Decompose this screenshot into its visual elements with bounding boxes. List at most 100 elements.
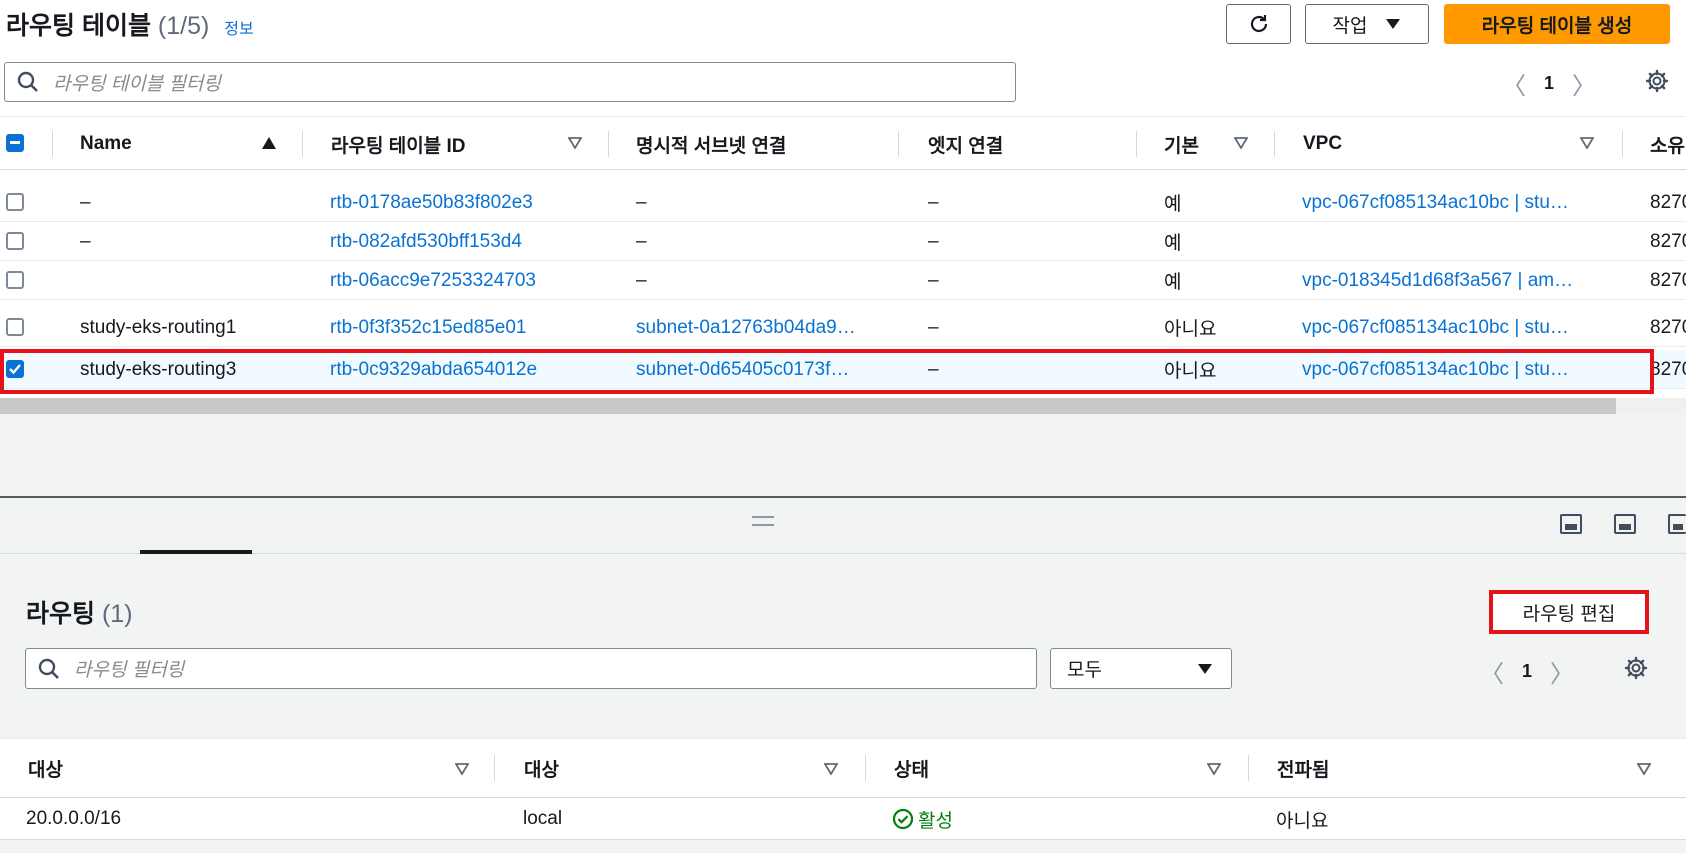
route-row[interactable]: 20.0.0.0/16 local 활성 아니요 [0, 798, 1686, 840]
create-route-table-button[interactable]: 라우팅 테이블 생성 [1444, 4, 1670, 44]
col-destination[interactable]: 대상 [28, 739, 63, 797]
check-circle-icon [892, 808, 914, 830]
row-checkbox[interactable] [6, 232, 24, 250]
edit-routes-button[interactable]: 라우팅 편집 [1489, 590, 1649, 634]
routes-title: 라우팅 (1) [26, 594, 133, 630]
selected-row-highlight [0, 349, 1654, 394]
routes-search-input[interactable]: 라우팅 필터링 [25, 648, 1037, 689]
row-checkbox[interactable] [6, 271, 24, 289]
row-vpc-link[interactable]: vpc-018345d1d68f3a567 | am… [1302, 261, 1602, 300]
settings-gear-icon[interactable] [1645, 69, 1669, 93]
row-checkbox[interactable] [6, 318, 24, 336]
caret-down-icon [1198, 664, 1212, 674]
route-tables-header: Name 라우팅 테이블 ID 명시적 서브넷 연결 엣지 연결 기본 VPC … [0, 116, 1686, 170]
row-edge: – [928, 269, 939, 291]
title-text: 라우팅 테이블 [6, 12, 151, 40]
table-row[interactable]: study-eks-routing1 rtb-0f3f352c15ed85e01… [0, 308, 1686, 347]
row-owner: 8270 [1650, 358, 1686, 380]
row-subnet: – [636, 230, 647, 252]
actions-dropdown[interactable]: 작업 [1305, 4, 1429, 44]
page-number[interactable]: 1 [1544, 73, 1554, 94]
sort-icon[interactable] [1637, 763, 1651, 775]
row-main: 아니요 [1164, 319, 1217, 340]
row-name: study-eks-routing1 [80, 316, 237, 338]
row-route-table-id-link[interactable]: rtb-082afd530bff153d4 [330, 222, 522, 261]
route-propagated: 아니요 [1276, 810, 1329, 832]
sort-icon[interactable] [568, 137, 582, 149]
row-route-table-id-link[interactable]: rtb-0f3f352c15ed85e01 [330, 308, 527, 347]
settings-gear-icon[interactable] [1624, 656, 1648, 680]
sort-icon[interactable] [1580, 137, 1594, 149]
sort-ascending-icon[interactable] [262, 137, 276, 149]
prev-page-icon[interactable]: 〈 [1502, 66, 1526, 101]
refresh-button[interactable] [1226, 4, 1291, 44]
panel-full-icon[interactable] [1668, 514, 1686, 534]
row-main: 예 [1164, 194, 1182, 215]
col-target[interactable]: 대상 [524, 739, 559, 797]
row-owner: 8270 [1650, 269, 1686, 291]
table-row[interactable]: rtb-06acc9e7253324703 – – 예 vpc-018345d1… [0, 261, 1686, 300]
selection-count: (1/5) [157, 12, 210, 40]
routes-table-header: 대상 대상 상태 전파됨 [0, 738, 1686, 798]
horizontal-scrollbar[interactable] [0, 398, 1616, 414]
routes-pagination: 〈 1 〉 [1480, 654, 1574, 689]
row-main: 예 [1164, 233, 1182, 254]
row-checkbox[interactable] [6, 193, 24, 211]
next-page-icon[interactable]: 〉 [1550, 654, 1574, 689]
sort-icon[interactable] [824, 763, 838, 775]
row-name: – [80, 230, 91, 252]
next-page-icon[interactable]: 〉 [1572, 66, 1596, 101]
caret-down-icon [1386, 19, 1401, 29]
row-owner: 8270 [1650, 230, 1686, 252]
prev-page-icon[interactable]: 〈 [1480, 654, 1504, 689]
row-edge: – [928, 316, 939, 338]
row-route-table-id-link[interactable]: rtb-06acc9e7253324703 [330, 261, 536, 300]
routes-count: (1) [101, 600, 133, 628]
resize-handle-icon[interactable] [752, 516, 774, 526]
sort-icon[interactable] [455, 763, 469, 775]
table-row[interactable]: – rtb-0178ae50b83f802e3 – – 예 vpc-067cf0… [0, 183, 1686, 222]
sort-icon[interactable] [1207, 763, 1221, 775]
route-table-search-input[interactable]: 라우팅 테이블 필터링 [4, 62, 1016, 102]
row-main: 예 [1164, 272, 1182, 293]
row-owner: 8270 [1650, 316, 1686, 338]
col-status[interactable]: 상태 [894, 739, 929, 797]
row-name: – [80, 191, 91, 213]
table-row[interactable]: – rtb-082afd530bff153d4 – – 예 8270 [0, 222, 1686, 261]
search-placeholder: 라우팅 테이블 필터링 [53, 73, 221, 95]
row-vpc-link[interactable]: vpc-067cf085134ac10bc | stu… [1302, 308, 1602, 347]
panel-side-icon[interactable] [1614, 514, 1636, 534]
routes-page-number[interactable]: 1 [1522, 661, 1532, 682]
row-subnet-link[interactable]: subnet-0a12763b04da9… [636, 308, 876, 347]
refresh-icon [1250, 15, 1267, 33]
col-vpc[interactable]: VPC [1303, 117, 1342, 171]
info-link[interactable]: 정보 [224, 21, 253, 38]
tabs-baseline [0, 553, 1686, 554]
search-icon [38, 658, 59, 679]
routes-filter-select[interactable]: 모두 [1050, 648, 1232, 689]
col-route-table-id[interactable]: 라우팅 테이블 ID [331, 117, 465, 171]
row-subnet: – [636, 269, 647, 291]
routes-filter-value: 모두 [1067, 660, 1102, 681]
row-vpc-link[interactable] [1302, 222, 1602, 261]
page-title: 라우팅 테이블 (1/5) 정보 [6, 6, 254, 42]
col-main[interactable]: 기본 [1164, 117, 1199, 171]
col-owner[interactable]: 소유 [1650, 117, 1686, 171]
row-route-table-id-link[interactable]: rtb-0178ae50b83f802e3 [330, 183, 533, 222]
panel-gap [0, 414, 1686, 496]
actions-label: 작업 [1332, 15, 1368, 37]
routes-title-text: 라우팅 [26, 600, 96, 628]
col-explicit-subnet[interactable]: 명시적 서브넷 연결 [636, 117, 786, 171]
col-name[interactable]: Name [80, 117, 132, 171]
col-edge-association[interactable]: 엣지 연결 [928, 117, 1003, 171]
col-propagated[interactable]: 전파됨 [1277, 739, 1329, 797]
row-owner: 8270 [1650, 191, 1686, 213]
search-icon [17, 71, 38, 92]
tab-routes-active[interactable] [140, 550, 252, 554]
row-subnet: – [636, 191, 647, 213]
panel-bottom-icon[interactable] [1560, 514, 1582, 534]
sort-icon[interactable] [1234, 137, 1248, 149]
select-all-checkbox[interactable] [6, 134, 24, 152]
row-edge: – [928, 230, 939, 252]
row-vpc-link[interactable]: vpc-067cf085134ac10bc | stu… [1302, 183, 1602, 222]
